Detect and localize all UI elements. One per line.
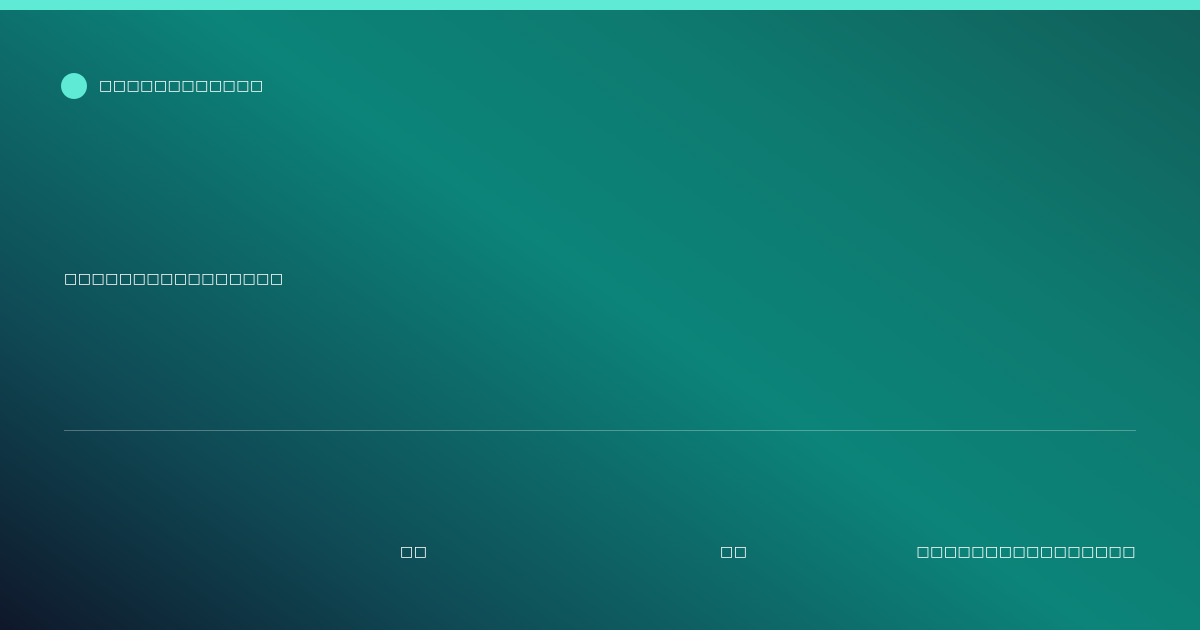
- circle-dot-icon: [61, 73, 87, 99]
- footer-item-1: □□: [400, 544, 428, 560]
- top-accent-bar: [0, 0, 1200, 10]
- footer-item-2: □□: [720, 544, 748, 560]
- brand-name: □□□□□□□□□□□□: [99, 78, 264, 94]
- headline-text: □□□□□□□□□□□□□□□□: [64, 271, 284, 287]
- divider: [64, 430, 1136, 431]
- footer-item-3: □□□□□□□□□□□□□□□□: [916, 544, 1136, 560]
- brand: □□□□□□□□□□□□: [61, 73, 264, 99]
